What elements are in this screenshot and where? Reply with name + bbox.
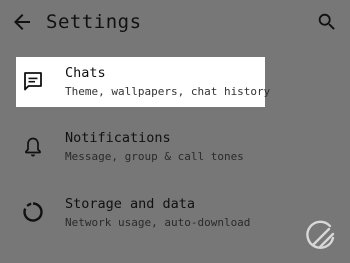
bell-icon xyxy=(20,134,46,160)
page-title: Settings xyxy=(46,11,142,33)
settings-item-subtitle: Network usage, auto-download xyxy=(65,216,251,229)
chat-icon xyxy=(20,68,46,94)
settings-item-label: Notifications xyxy=(65,130,171,146)
settings-item-subtitle: Message, group & call tones xyxy=(65,150,244,163)
settings-item-subtitle: Theme, wallpapers, chat history xyxy=(65,85,271,98)
selection-highlight xyxy=(16,57,265,107)
watermark-logo xyxy=(303,218,337,252)
settings-item-notifications[interactable]: Notifications Message, group & call tone… xyxy=(0,122,350,178)
back-button[interactable] xyxy=(10,10,34,34)
search-icon xyxy=(318,13,335,30)
settings-item-storage[interactable]: Storage and data Network usage, auto-dow… xyxy=(0,188,350,244)
search-button[interactable] xyxy=(316,11,338,33)
settings-item-chats[interactable]: Chats Theme, wallpapers, chat history xyxy=(0,57,350,113)
app-bar: Settings xyxy=(0,0,350,46)
settings-item-label: Storage and data xyxy=(65,196,196,212)
arrow-left-icon xyxy=(14,14,30,30)
settings-item-label: Chats xyxy=(65,65,106,81)
data-usage-icon xyxy=(20,199,46,225)
